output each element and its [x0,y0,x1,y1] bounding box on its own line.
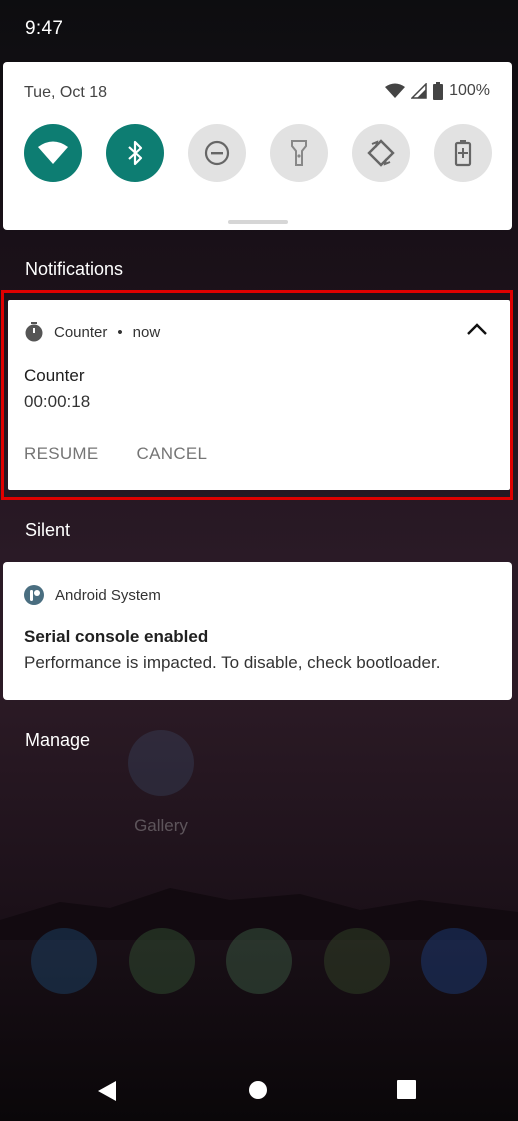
notification-time: now [132,323,161,341]
system-notification-header: Android System [23,584,161,606]
notification-header: Counter • now [24,322,160,342]
wifi-status-icon [385,83,406,98]
phone-icon [31,928,97,994]
home-dock [31,928,487,994]
manage-button[interactable]: Manage [25,730,90,751]
qs-tiles [24,124,492,182]
back-icon[interactable] [96,1080,118,1102]
flashlight-tile[interactable] [270,124,328,182]
notification-text: 00:00:18 [24,392,91,411]
do-not-disturb-tile[interactable] [188,124,246,182]
maps-icon [226,928,292,994]
qs-date[interactable]: Tue, Oct 18 [24,84,107,102]
stopwatch-icon [25,322,43,342]
status-time: 9:47 [25,18,64,39]
android-system-icon [24,585,44,605]
notification-title: Counter [24,366,85,385]
collapse-button[interactable] [466,322,488,341]
system-notification[interactable]: Android System Serial console enabled Pe… [3,562,512,700]
auto-rotate-tile[interactable] [352,124,410,182]
qs-drag-handle[interactable] [228,220,288,224]
system-notification-title: Serial console enabled [24,627,209,646]
status-bar: 9:47 [0,0,518,60]
battery-percent: 100% [449,82,490,99]
gallery-icon [128,730,194,796]
notifications-header: Notifications [25,259,124,279]
battery-status-icon [433,82,444,100]
wifi-icon [38,141,68,164]
gallery-app: Gallery [128,730,194,836]
notification-actions: RESUME CANCEL [24,444,207,464]
cancel-button[interactable]: CANCEL [137,444,208,464]
gallery-label: Gallery [134,816,188,835]
bluetooth-icon [128,140,143,166]
silent-header: Silent [25,520,71,540]
recents-icon[interactable] [397,1080,416,1099]
home-icon[interactable] [248,1080,268,1100]
auto-rotate-icon [367,139,395,167]
notification-app-name: Counter [54,323,108,341]
resume-button[interactable]: RESUME [24,444,99,464]
notification-separator: • [117,323,123,341]
system-notification-text: Performance is impacted. To disable, che… [24,653,441,672]
flashlight-icon [291,140,307,166]
battery-saver-tile[interactable] [434,124,492,182]
chevron-up-icon [467,323,487,335]
bluetooth-tile[interactable] [106,124,164,182]
quick-settings-panel: Tue, Oct 18 100% [3,62,512,230]
do-not-disturb-icon [204,140,230,166]
qs-status-icons: 100% [385,82,490,100]
counter-notification[interactable]: Counter • now Counter 00:00:18 RESUME CA… [8,300,510,490]
store-icon [128,928,195,994]
cell-signal-icon [411,83,427,99]
battery-saver-icon [454,140,472,167]
system-app-name: Android System [55,586,161,604]
android-icon [323,928,390,994]
wifi-tile[interactable] [24,124,82,182]
navigation-bar [0,1060,518,1121]
camera-icon [421,928,487,994]
